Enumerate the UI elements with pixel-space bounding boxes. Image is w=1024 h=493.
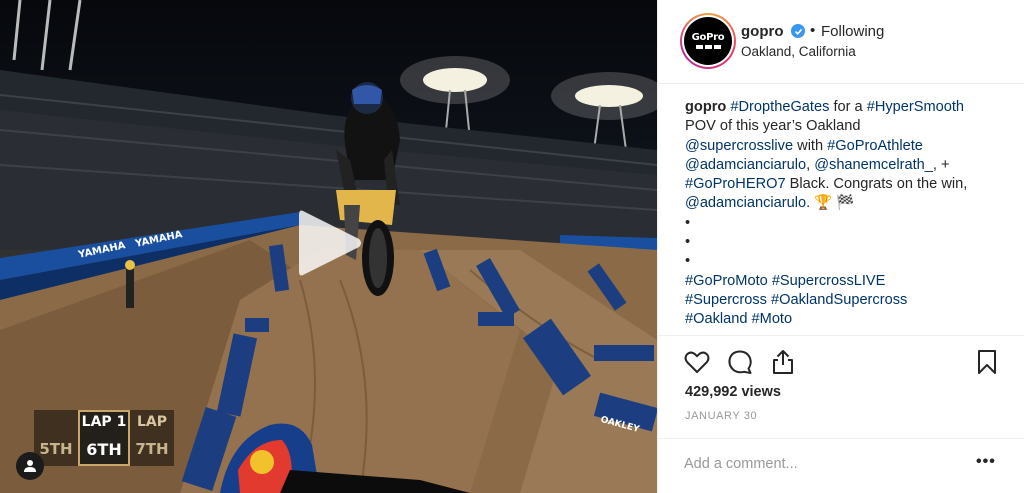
hashtag-gopromoto[interactable]: #GoProMoto	[685, 273, 768, 289]
hashtag-goproathlete[interactable]: #GoProAthlete	[827, 138, 923, 154]
post-details-panel: GoPro gopro • Following Oakland, Califor…	[657, 0, 1024, 493]
save-button[interactable]	[973, 348, 1001, 376]
hashtag-dropthegates[interactable]: #DroptheGates	[730, 99, 829, 115]
comment-icon	[728, 350, 752, 374]
lap-position-overlay: LAP 1 LAP 5TH 6TH 7TH	[34, 410, 174, 466]
hashtag-hypersmooth[interactable]: #HyperSmooth	[867, 99, 964, 115]
position-right: 7TH	[135, 440, 169, 458]
heart-icon	[684, 351, 710, 373]
like-button[interactable]	[683, 348, 711, 376]
caption-line-10: #GoProMoto #SupercrossLIVE	[685, 272, 1015, 291]
mention-adamcianciarulo-2[interactable]: @adamcianciarulo	[685, 195, 806, 211]
hashtag-oakland[interactable]: #Oakland	[685, 311, 747, 327]
position-left: 5TH	[39, 440, 73, 458]
gopro-logo: GoPro	[684, 17, 732, 65]
caption-author[interactable]: gopro	[685, 99, 726, 115]
caption-dot-2: •	[685, 234, 691, 251]
hashtag-supercross[interactable]: #Supercross	[685, 292, 767, 308]
caption-line-3: @supercrosslive with #GoProAthlete	[685, 137, 923, 154]
hashtag-oaklandsupercross[interactable]: #OaklandSupercross	[771, 292, 907, 308]
caption-line-1: gopro #DroptheGates for a #HyperSmooth	[685, 99, 965, 115]
bookmark-icon	[978, 350, 996, 374]
more-options-button[interactable]: •••	[976, 454, 996, 472]
mention-shanemcelrath[interactable]: @shanemcelrath_	[814, 157, 933, 173]
caption-line-5: #GoProHERO7 Black. Congrats on the win,	[685, 176, 968, 193]
tagged-users-button[interactable]	[16, 452, 44, 480]
video-player[interactable]: YAMAHA YAMAHA OAKLEY LAP 1 LAP 5TH 6TH 7…	[0, 0, 657, 493]
verified-badge-icon	[791, 24, 805, 38]
caption-dot-1: •	[685, 214, 691, 231]
header-separator: •	[810, 22, 816, 39]
caption-line-2: POV of this year’s Oakland	[685, 118, 861, 135]
mention-supercrosslive[interactable]: @supercrosslive	[685, 138, 793, 154]
comment-input[interactable]	[684, 451, 964, 477]
location-link[interactable]: Oakland, California	[741, 44, 856, 59]
share-icon	[773, 350, 793, 374]
share-button[interactable]	[769, 348, 797, 376]
lap-current-label: LAP 1	[81, 414, 127, 430]
mention-adamcianciarulo[interactable]: @adamcianciarulo	[685, 157, 806, 173]
view-count[interactable]: 429,992 views	[685, 384, 781, 400]
caption-line-6: @adamcianciarulo. 🏆 🏁	[685, 195, 855, 212]
following-button[interactable]: Following	[821, 23, 884, 40]
caption-line-11: #Supercross #OaklandSupercross	[685, 291, 1015, 310]
hashtag-supercrosslive[interactable]: #SupercrossLIVE	[772, 273, 886, 289]
caption-dot-3: •	[685, 253, 691, 270]
comment-bar: •••	[658, 438, 1024, 493]
post-header: GoPro gopro • Following Oakland, Califor…	[658, 0, 1024, 84]
user-icon	[24, 460, 36, 472]
post-date: JANUARY 30	[685, 410, 758, 422]
post-caption: gopro #DroptheGates for a #HyperSmooth P…	[685, 98, 1015, 330]
post-actions: 429,992 views JANUARY 30	[658, 335, 1024, 445]
header-username[interactable]: gopro	[741, 23, 784, 40]
play-icon	[299, 210, 361, 276]
comment-button[interactable]	[726, 348, 754, 376]
caption-line-12: #Oakland #Moto	[685, 310, 1015, 329]
play-button[interactable]	[297, 207, 363, 279]
hashtag-goprohero7[interactable]: #GoProHERO7	[685, 176, 786, 192]
profile-avatar[interactable]: GoPro	[680, 13, 736, 69]
lap-next-label: LAP	[136, 414, 168, 430]
caption-line-4: @adamcianciarulo, @shanemcelrath_, +	[685, 156, 950, 173]
hashtag-moto[interactable]: #Moto	[752, 311, 793, 327]
position-current: 6TH	[86, 440, 122, 459]
